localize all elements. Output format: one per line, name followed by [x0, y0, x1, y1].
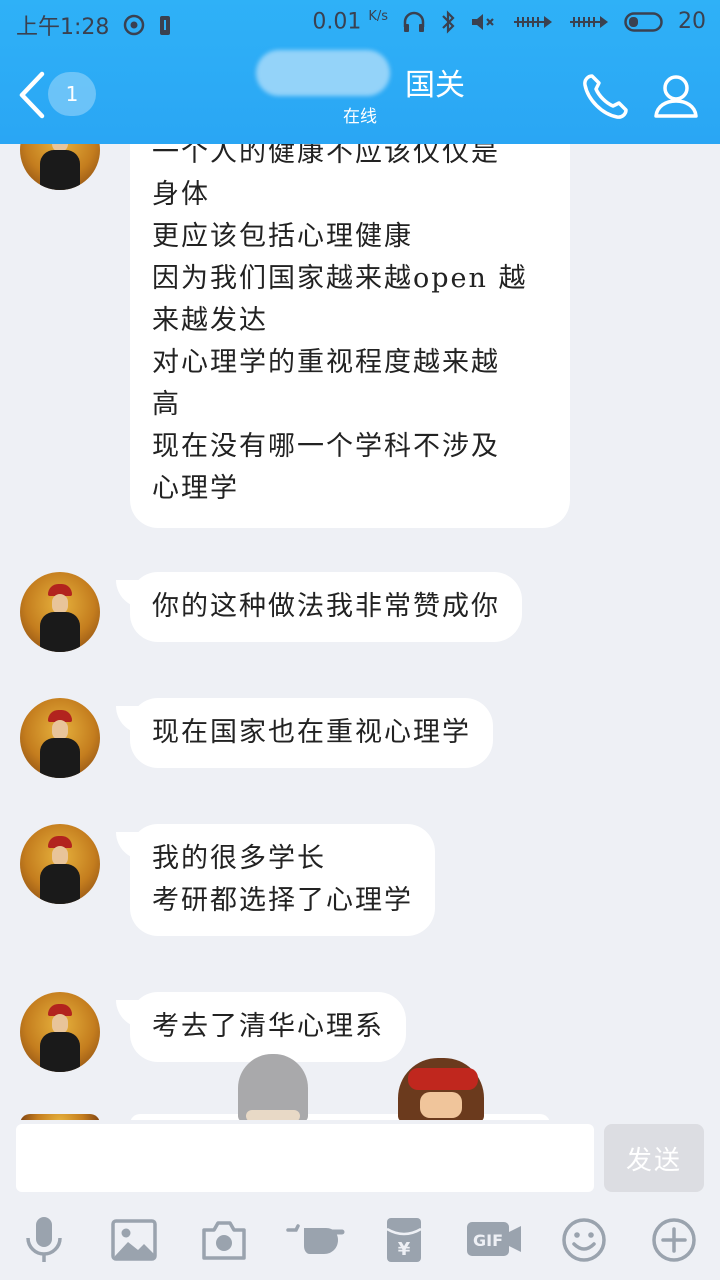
input-bar: 发送: [0, 1120, 720, 1200]
battery-saver-icon: [159, 14, 171, 36]
profile-button[interactable]: [648, 68, 704, 124]
avatar[interactable]: [20, 144, 100, 190]
message-bubble[interactable]: 现在国家也在重视心理学: [130, 698, 493, 768]
gif-icon[interactable]: GIF: [464, 1212, 524, 1268]
top-bar: 上午1:28 0.01 K/s 20 1 国关 在线: [0, 0, 720, 144]
headphones-icon: [402, 11, 426, 33]
network-speed: 0.01 K/s: [312, 9, 388, 35]
microphone-icon[interactable]: [16, 1212, 72, 1268]
camera-icon[interactable]: [196, 1212, 252, 1268]
bluetooth-icon: [440, 10, 456, 34]
phone-icon: [583, 74, 628, 119]
svg-text:¥: ¥: [398, 1239, 411, 1260]
message-bubble[interactable]: 一个人的健康不应该仅仅是 身体 更应该包括心理健康 因为我们国家越来越open …: [130, 144, 570, 528]
sticker-gray-character[interactable]: [238, 1054, 308, 1122]
plus-icon[interactable]: [646, 1212, 702, 1268]
battery-level: 20: [678, 9, 706, 35]
emoji-icon[interactable]: [556, 1212, 612, 1268]
status-time: 上午1:28: [16, 15, 110, 40]
svg-text:GIF: GIF: [473, 1231, 503, 1250]
message-bubble[interactable]: 你的这种做法我非常赞成你: [130, 572, 522, 642]
message-input[interactable]: [16, 1124, 594, 1192]
avatar[interactable]: [20, 824, 100, 904]
avatar[interactable]: [20, 572, 100, 652]
avatar[interactable]: [20, 698, 100, 778]
signal-icon: [512, 12, 554, 32]
battery-icon: [624, 11, 664, 33]
red-packet-icon[interactable]: ¥: [376, 1212, 432, 1268]
send-button[interactable]: 发送: [604, 1124, 704, 1192]
input-toolbar: ¥ GIF: [0, 1200, 720, 1280]
message-bubble[interactable]: 考去了清华心理系: [130, 992, 406, 1062]
mute-icon: [470, 11, 498, 33]
phone-call-button[interactable]: [578, 68, 634, 124]
message-bubble[interactable]: 我的很多学长 考研都选择了心理学: [130, 824, 435, 936]
chat-header: 1 国关 在线: [0, 46, 720, 144]
signal-icon-2: [568, 12, 610, 32]
message-list[interactable]: 一个人的健康不应该仅仅是 身体 更应该包括心理健康 因为我们国家越来越open …: [0, 144, 720, 1120]
image-icon[interactable]: [106, 1212, 162, 1268]
netease-music-icon: [123, 14, 145, 36]
status-bar: 上午1:28 0.01 K/s 20: [0, 0, 720, 46]
person-icon: [654, 75, 698, 118]
avatar[interactable]: [20, 992, 100, 1072]
poke-icon[interactable]: [286, 1212, 346, 1268]
sticker-pirate-character[interactable]: [398, 1058, 484, 1122]
